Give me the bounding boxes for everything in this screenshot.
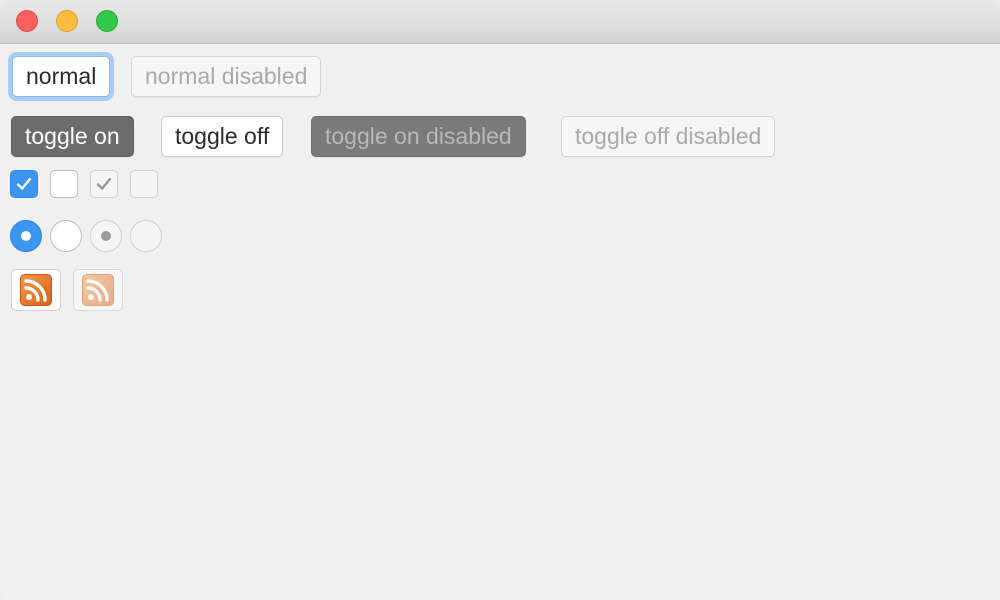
toggle-on-disabled-button[interactable]: toggle on disabled [311,116,526,157]
rss-icon [20,274,52,306]
checkbox-unchecked[interactable] [50,170,78,198]
checkmark-icon [96,177,112,190]
toggle-on-button[interactable]: toggle on [11,116,134,157]
close-window-icon[interactable] [16,10,38,32]
radio-unselected[interactable] [50,220,82,252]
checkbox-checked-disabled[interactable] [90,170,118,198]
window: normal normal disabled toggle on toggle … [0,0,1000,600]
radio-selected[interactable] [10,220,42,252]
radio-dot-icon [21,231,31,241]
toggle-off-disabled-button[interactable]: toggle off disabled [561,116,776,157]
radio-selected-disabled[interactable] [90,220,122,252]
title-bar[interactable] [0,0,1000,44]
minimize-window-icon[interactable] [56,10,78,32]
rss-button-disabled[interactable] [73,269,123,311]
normal-disabled-button[interactable]: normal disabled [131,56,322,97]
toggle-off-button[interactable]: toggle off [161,116,284,157]
normal-button[interactable]: normal [12,56,111,97]
maximize-window-icon[interactable] [96,10,118,32]
checkbox-unchecked-disabled[interactable] [130,170,158,198]
radio-dot-icon [101,231,111,241]
checkmark-icon [16,177,32,190]
radio-unselected-disabled[interactable] [130,220,162,252]
rss-icon [82,274,114,306]
checkbox-checked[interactable] [10,170,38,198]
rss-button[interactable] [11,269,61,311]
